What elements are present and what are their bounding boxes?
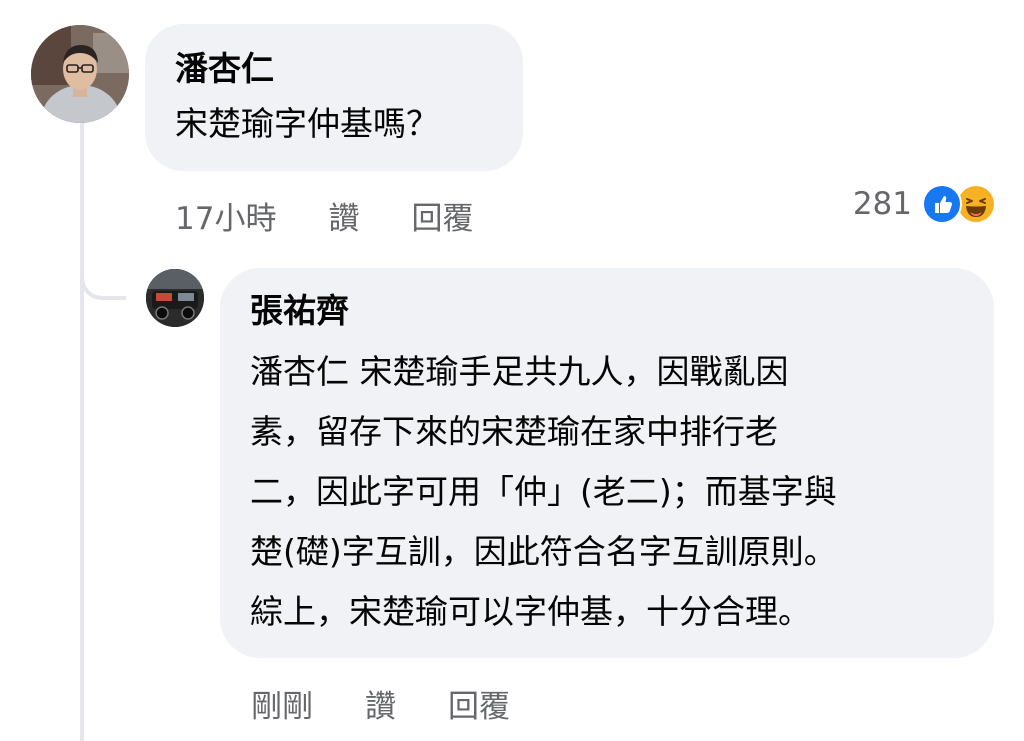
haha-icon [956,184,996,224]
comment-text-line: 綜上，宋楚瑜可以字仲基，十分合理。 [250,592,811,631]
comment-bubble: 潘杏仁 宋楚瑜字仲基嗎？ [145,24,523,171]
person-photo-icon [31,25,129,123]
avatar-commenter[interactable] [31,25,129,123]
reply-bubble: 張祐齊 潘杏仁 宋楚瑜手足共九人，因戰亂因 素，留存下來的宋楚瑜在家中排行老 二… [220,268,994,658]
comment-text-line: 二，因此字可用「仲」(老二)；而基字與 [250,472,837,511]
comment-text-line: 楚(礎)字互訓，因此符合名字互訓原則。 [250,532,837,571]
reply-actions: 剛剛 讚 回覆 [251,681,562,726]
comment-text: 潘杏仁 宋楚瑜手足共九人，因戰亂因 素，留存下來的宋楚瑜在家中排行老 二，因此字… [250,342,964,642]
comment-timestamp[interactable]: 剛剛 [251,681,313,726]
reaction-summary[interactable]: 281 [853,184,996,224]
comment-timestamp[interactable]: 17小時 [175,193,276,238]
comment-actions: 17小時 讚 回覆 [175,193,525,238]
comment-text: 宋楚瑜字仲基嗎？ [175,104,439,143]
avatar-replier[interactable] [146,269,204,327]
like-button[interactable]: 讚 [328,193,359,238]
reply-connector [80,250,126,300]
comment-text-line: 潘杏仁 宋楚瑜手足共九人，因戰亂因 [250,352,789,391]
like-button[interactable]: 讚 [365,681,396,726]
thread-line [80,122,84,741]
reaction-count: 281 [852,186,912,222]
comment-text-line: 素，留存下來的宋楚瑜在家中排行老 [250,412,778,451]
reply-button[interactable]: 回覆 [411,193,473,238]
reply-button[interactable]: 回覆 [448,681,510,726]
comment-author[interactable]: 張祐齊 [250,290,964,332]
car-photo-icon [146,269,204,327]
comment-author[interactable]: 潘杏仁 [175,48,493,90]
like-icon [922,184,962,224]
